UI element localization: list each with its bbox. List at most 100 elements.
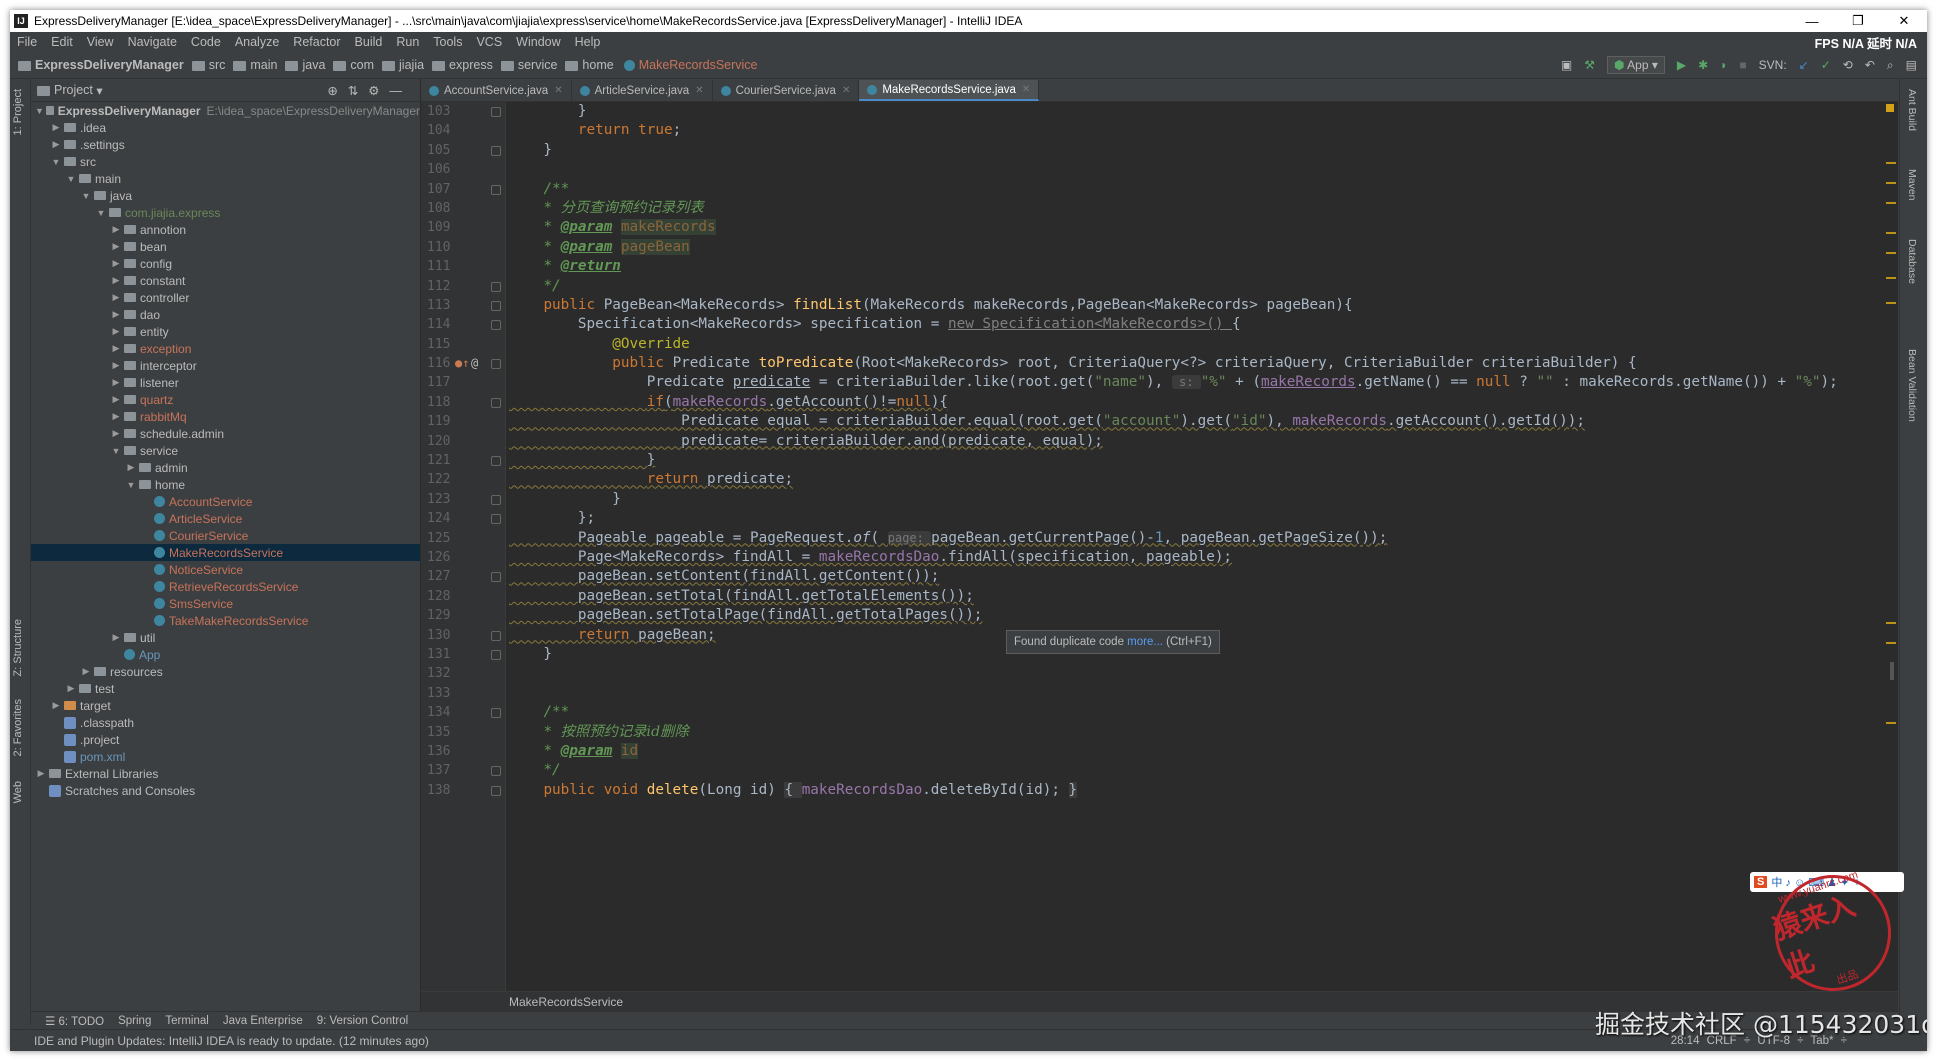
fold-marker-icon[interactable] [491, 359, 501, 370]
tree-item[interactable]: ▶ annotion [31, 221, 420, 238]
favorites-tool-button[interactable]: 2: Favorites [12, 699, 24, 756]
revert-icon[interactable]: ↶ [1865, 58, 1875, 72]
menu-view[interactable]: View [80, 35, 121, 49]
fold-marker-icon[interactable] [491, 397, 501, 408]
close-tab-icon[interactable]: ✕ [554, 85, 562, 96]
fold-marker-icon[interactable] [491, 494, 501, 505]
tree-item[interactable]: NoticeService [31, 561, 420, 578]
tree-item[interactable]: ▼ java [31, 187, 420, 204]
close-tab-icon[interactable]: ✕ [1022, 84, 1030, 95]
menu-run[interactable]: Run [389, 35, 426, 49]
expanded-arrow-icon[interactable]: ▼ [65, 174, 77, 184]
tree-item[interactable]: MakeRecordsService [31, 544, 420, 561]
panel-actions[interactable]: ⊕⇅⚙— [327, 83, 420, 98]
crumb-src[interactable]: src [191, 58, 225, 72]
collapsed-arrow-icon[interactable]: ▶ [110, 360, 122, 371]
stripe-mark[interactable] [1886, 162, 1896, 164]
project-tool-button[interactable]: 1: Project [12, 89, 24, 135]
close-tab-icon[interactable]: ✕ [695, 85, 703, 96]
menu-tools[interactable]: Tools [426, 35, 469, 49]
version-control-tool-button[interactable]: 9: Version Control [317, 1015, 408, 1027]
scroll-thumb[interactable] [1890, 662, 1894, 680]
stripe-mark[interactable] [1886, 722, 1896, 724]
stripe-mark[interactable] [1886, 302, 1896, 304]
collapsed-arrow-icon[interactable]: ▶ [125, 462, 137, 473]
stripe-mark[interactable] [1886, 277, 1896, 279]
tree-item[interactable]: ▶ controller [31, 289, 420, 306]
structure-tool-button[interactable]: Z: Structure [12, 619, 24, 676]
menu-navigate[interactable]: Navigate [121, 35, 184, 49]
tree-item[interactable]: ▶ schedule.admin [31, 425, 420, 442]
collapsed-arrow-icon[interactable]: ▶ [50, 700, 62, 711]
status-message[interactable]: IDE and Plugin Updates: IntelliJ IDEA is… [34, 1034, 429, 1048]
tree-item[interactable]: ▼ service [31, 442, 420, 459]
tree-item[interactable]: ▶ exception [31, 340, 420, 357]
tree-item[interactable]: SmsService [31, 595, 420, 612]
expanded-arrow-icon[interactable]: ▼ [80, 191, 92, 201]
expanded-arrow-icon[interactable]: ▼ [125, 480, 137, 490]
stripe-mark[interactable] [1886, 622, 1896, 624]
collapsed-arrow-icon[interactable]: ▶ [110, 258, 122, 269]
stripe-mark[interactable] [1886, 232, 1896, 234]
tree-item[interactable]: RetrieveRecordsService [31, 578, 420, 595]
menu-help[interactable]: Help [568, 35, 608, 49]
run-icon[interactable]: ▶ [1677, 58, 1686, 72]
menu-vcs[interactable]: VCS [469, 35, 509, 49]
tree-item[interactable]: ▶ External Libraries [31, 765, 420, 782]
tree-item[interactable]: ▶ config [31, 255, 420, 272]
crumb-com[interactable]: com [333, 58, 374, 72]
fold-marker-icon[interactable] [491, 514, 501, 525]
collapsed-arrow-icon[interactable]: ▶ [50, 139, 62, 150]
crumb-project[interactable]: ExpressDeliveryManager [18, 58, 184, 72]
maven-tool-button[interactable]: Maven [1906, 169, 1918, 201]
java-enterprise-tool-button[interactable]: Java Enterprise [223, 1015, 303, 1027]
collapsed-arrow-icon[interactable]: ▶ [110, 632, 122, 643]
tree-item[interactable]: ▶ entity [31, 323, 420, 340]
tree-item[interactable]: ▶ .idea [31, 119, 420, 136]
crumb-service[interactable]: service [500, 58, 557, 72]
bean-validation-tool-button[interactable]: Bean Validation [1906, 349, 1918, 422]
tree-item[interactable]: Scratches and Consoles [31, 782, 420, 799]
fold-marker-icon[interactable] [491, 708, 501, 719]
tree-item[interactable]: TakeMakeRecordsService [31, 612, 420, 629]
collapsed-arrow-icon[interactable]: ▶ [110, 275, 122, 286]
fold-marker-icon[interactable] [491, 281, 501, 292]
svn-commit-icon[interactable]: ✓ [1821, 58, 1831, 72]
stripe-mark[interactable] [1886, 202, 1896, 204]
expanded-arrow-icon[interactable]: ▼ [50, 157, 62, 167]
stripe-mark[interactable] [1886, 642, 1896, 644]
editor-tab[interactable]: ArticleService.java ✕ [572, 80, 713, 101]
tree-item[interactable]: pom.xml [31, 748, 420, 765]
fold-marker-icon[interactable] [491, 572, 501, 583]
close-button[interactable]: ✕ [1881, 13, 1927, 29]
stripe-mark[interactable] [1886, 252, 1896, 254]
build-hammer-icon[interactable]: ⚒ [1584, 58, 1595, 72]
tree-item[interactable]: ▶ constant [31, 272, 420, 289]
menu-analyze[interactable]: Analyze [228, 35, 286, 49]
editor-tab[interactable]: AccountService.java ✕ [421, 80, 572, 101]
tree-item[interactable]: ▶ resources [31, 663, 420, 680]
stop-icon[interactable]: ■ [1739, 58, 1746, 72]
web-tool-button[interactable]: Web [12, 781, 24, 803]
debug-icon[interactable]: ✱ [1698, 58, 1708, 72]
layout-icon[interactable]: ▣ [1561, 58, 1572, 72]
collapsed-arrow-icon[interactable]: ▶ [110, 241, 122, 252]
history-icon[interactable]: ⟲ [1843, 58, 1853, 72]
tree-item[interactable]: CourierService [31, 527, 420, 544]
tree-item[interactable]: ▼ main [31, 170, 420, 187]
fold-marker-icon[interactable] [491, 184, 501, 195]
expanded-arrow-icon[interactable]: ▼ [110, 446, 122, 456]
fold-marker-icon[interactable] [491, 107, 501, 117]
tree-item[interactable]: ▶ admin [31, 459, 420, 476]
warning-marker-icon[interactable] [1886, 104, 1894, 112]
expanded-arrow-icon[interactable]: ▼ [35, 106, 44, 116]
collapsed-arrow-icon[interactable]: ▶ [110, 377, 122, 388]
crumb-home[interactable]: home [565, 58, 614, 72]
terminal-tool-button[interactable]: Terminal [165, 1015, 208, 1027]
coverage-icon[interactable]: ◗ [1720, 58, 1727, 72]
collapsed-arrow-icon[interactable]: ▶ [110, 292, 122, 303]
fold-marker-icon[interactable] [491, 785, 501, 796]
tree-item[interactable]: AccountService [31, 493, 420, 510]
override-marker-icon[interactable]: ●↑ [455, 354, 469, 373]
svn-update-icon[interactable]: ↙ [1799, 58, 1809, 72]
